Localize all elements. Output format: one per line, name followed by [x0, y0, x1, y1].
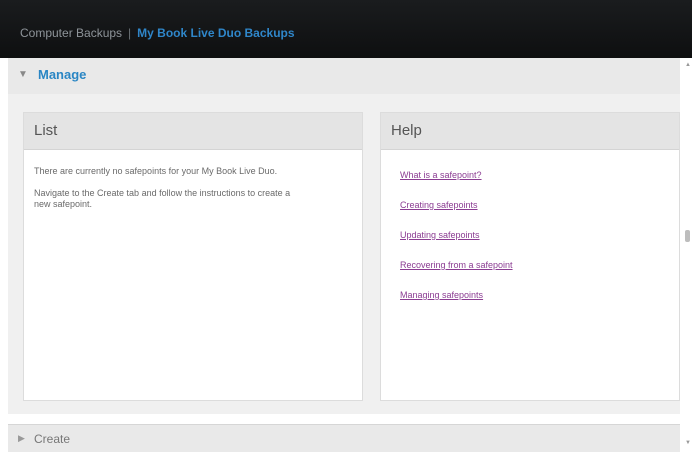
help-link-creating-safepoints[interactable]: Creating safepoints [400, 200, 660, 210]
breadcrumb: Computer Backups | My Book Live Duo Backup… [20, 26, 295, 40]
vertical-scrollbar[interactable] [684, 58, 692, 451]
help-link-managing-safepoints[interactable]: Managing safepoints [400, 290, 660, 300]
breadcrumb-separator: | [128, 26, 132, 40]
help-panel: Help What is a safepoint? Creating safep… [380, 112, 680, 401]
breadcrumb-current: My Book Live Duo Backups [137, 26, 295, 40]
help-panel-title: Help [381, 113, 679, 150]
triangle-right-icon: ▶ [18, 433, 25, 443]
create-title: Create [34, 432, 71, 446]
list-panel-body: There are currently no safepoints for yo… [24, 150, 362, 237]
create-section-header[interactable]: ▶ Create [8, 424, 680, 452]
help-link-updating-safepoints[interactable]: Updating safepoints [400, 230, 660, 240]
list-panel-title: List [24, 113, 362, 150]
triangle-down-icon: ▼ [18, 69, 28, 80]
list-instructions: Navigate to the Create tab and follow th… [34, 188, 291, 209]
top-navigation-bar: Computer Backups | My Book Live Duo Backup… [0, 0, 692, 58]
help-link-what-is-safepoint[interactable]: What is a safepoint? [400, 170, 660, 180]
scroll-up-icon[interactable]: ▲ [685, 62, 691, 68]
help-links: What is a safepoint? Creating safepoints… [381, 150, 679, 340]
breadcrumb-computer-backups[interactable]: Computer Backups [20, 26, 122, 40]
scroll-down-icon[interactable]: ▼ [685, 440, 691, 446]
list-panel: List There are currently no safepoints f… [23, 112, 363, 401]
manage-section-header[interactable]: ▼ Manage [8, 58, 680, 95]
scrollbar-thumb[interactable] [685, 230, 690, 242]
manage-title: Manage [38, 67, 87, 82]
help-link-recovering-safepoint[interactable]: Recovering from a safepoint [400, 260, 660, 270]
list-empty-message: There are currently no safepoints for yo… [34, 166, 278, 176]
manage-content: List There are currently no safepoints f… [8, 94, 680, 414]
